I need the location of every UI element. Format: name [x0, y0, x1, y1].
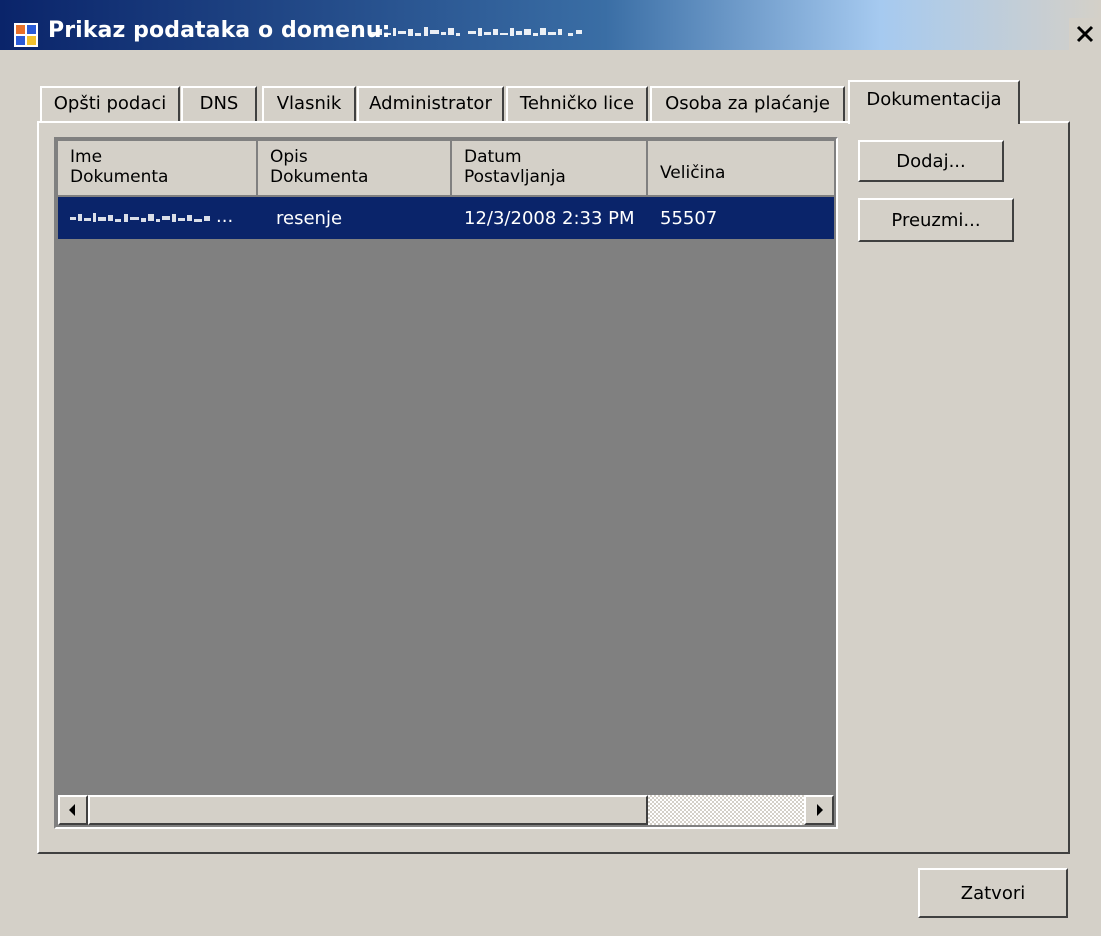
cell-size: 55507 — [660, 208, 718, 229]
add-document-button[interactable]: Dodaj... — [858, 140, 1004, 182]
arrow-right-icon — [817, 804, 823, 816]
close-icon — [1076, 25, 1094, 43]
arrow-left-icon — [69, 804, 75, 816]
name-truncation: ... — [216, 206, 234, 227]
download-document-button[interactable]: Preuzmi... — [858, 198, 1014, 242]
redacted-document-name — [70, 213, 210, 222]
table-row[interactable]: ... resenje 12/3/2008 2:33 PM 55507 — [58, 197, 834, 239]
tab-dns[interactable]: DNS — [181, 86, 257, 122]
cell-date: 12/3/2008 2:33 PM — [464, 208, 635, 229]
tab-administrator[interactable]: Administrator — [357, 86, 504, 122]
scroll-thumb[interactable] — [88, 795, 648, 825]
close-window-button[interactable] — [1069, 18, 1101, 50]
tab-tehnicko-lice[interactable]: Tehničko lice — [506, 86, 648, 122]
tab-dokumentacija[interactable]: Dokumentacija — [848, 80, 1020, 124]
close-button[interactable]: Zatvori — [918, 868, 1068, 918]
tab-vlasnik[interactable]: Vlasnik — [262, 86, 356, 122]
title-bar: Prikaz podataka o domenu: — [0, 0, 1101, 50]
horizontal-scrollbar[interactable] — [58, 795, 834, 825]
column-header-size[interactable]: Veličina — [648, 141, 836, 197]
app-window-icon — [14, 23, 38, 47]
scroll-right-button[interactable] — [804, 795, 834, 825]
column-header-date[interactable]: Datum Postavljanja — [452, 141, 648, 197]
tab-opsti-podaci[interactable]: Opšti podaci — [40, 86, 180, 122]
column-header-description[interactable]: Opis Dokumenta — [258, 141, 452, 197]
column-header-name[interactable]: Ime Dokumenta — [58, 141, 258, 197]
tab-osoba-za-placanje[interactable]: Osoba za plaćanje — [650, 86, 845, 122]
scroll-left-button[interactable] — [58, 795, 88, 825]
list-header: Ime Dokumenta Opis Dokumenta Datum Posta… — [58, 141, 836, 197]
window-title: Prikaz podataka o domenu: — [48, 18, 391, 43]
documents-list[interactable]: Ime Dokumenta Opis Dokumenta Datum Posta… — [54, 137, 838, 829]
redacted-domain-name — [370, 27, 582, 36]
scroll-track[interactable] — [648, 795, 804, 825]
cell-description: resenje — [276, 208, 343, 229]
